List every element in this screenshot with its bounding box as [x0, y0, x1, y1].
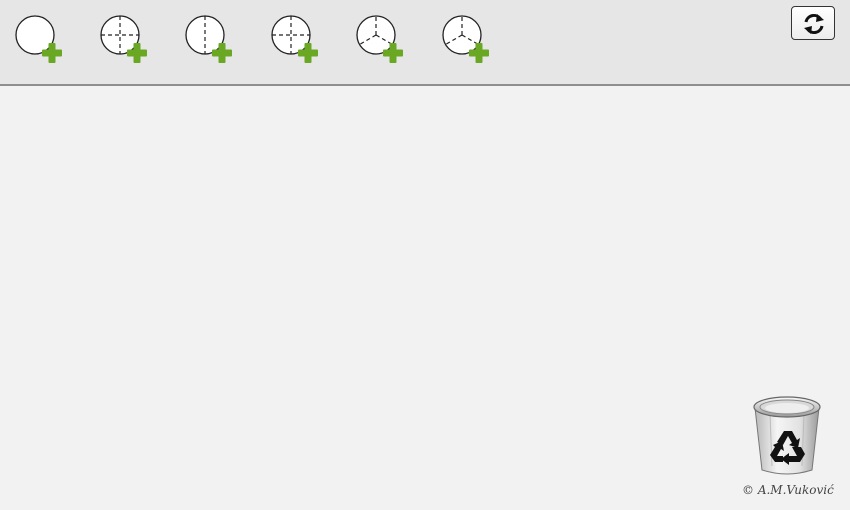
- halved-circle-plus-icon: [185, 15, 232, 63]
- add-quartered-circle-2-button[interactable]: [270, 14, 318, 64]
- recycle-bin-icon: [753, 396, 821, 475]
- add-thirds-circle-2-button[interactable]: [441, 14, 489, 64]
- refresh-icon: [804, 13, 824, 35]
- thirds-circle-plus-icon: [356, 15, 403, 63]
- add-thirds-circle-button[interactable]: [355, 14, 403, 64]
- blank-circle-plus-icon: [15, 15, 62, 63]
- add-quartered-circle-button[interactable]: [99, 14, 147, 64]
- recycle-bin[interactable]: [750, 392, 824, 478]
- thirds-circle-plus-icon: [442, 15, 489, 63]
- add-blank-circle-button[interactable]: [14, 14, 62, 64]
- refresh-button[interactable]: [791, 6, 835, 40]
- quartered-circle-plus-icon: [271, 15, 318, 63]
- workspace-canvas[interactable]: [0, 88, 850, 510]
- copyright-credit: © A.M.Vuković: [742, 483, 834, 497]
- add-halved-circle-button[interactable]: [184, 14, 232, 64]
- toolbar: [0, 0, 850, 86]
- quartered-circle-plus-icon: [100, 15, 147, 63]
